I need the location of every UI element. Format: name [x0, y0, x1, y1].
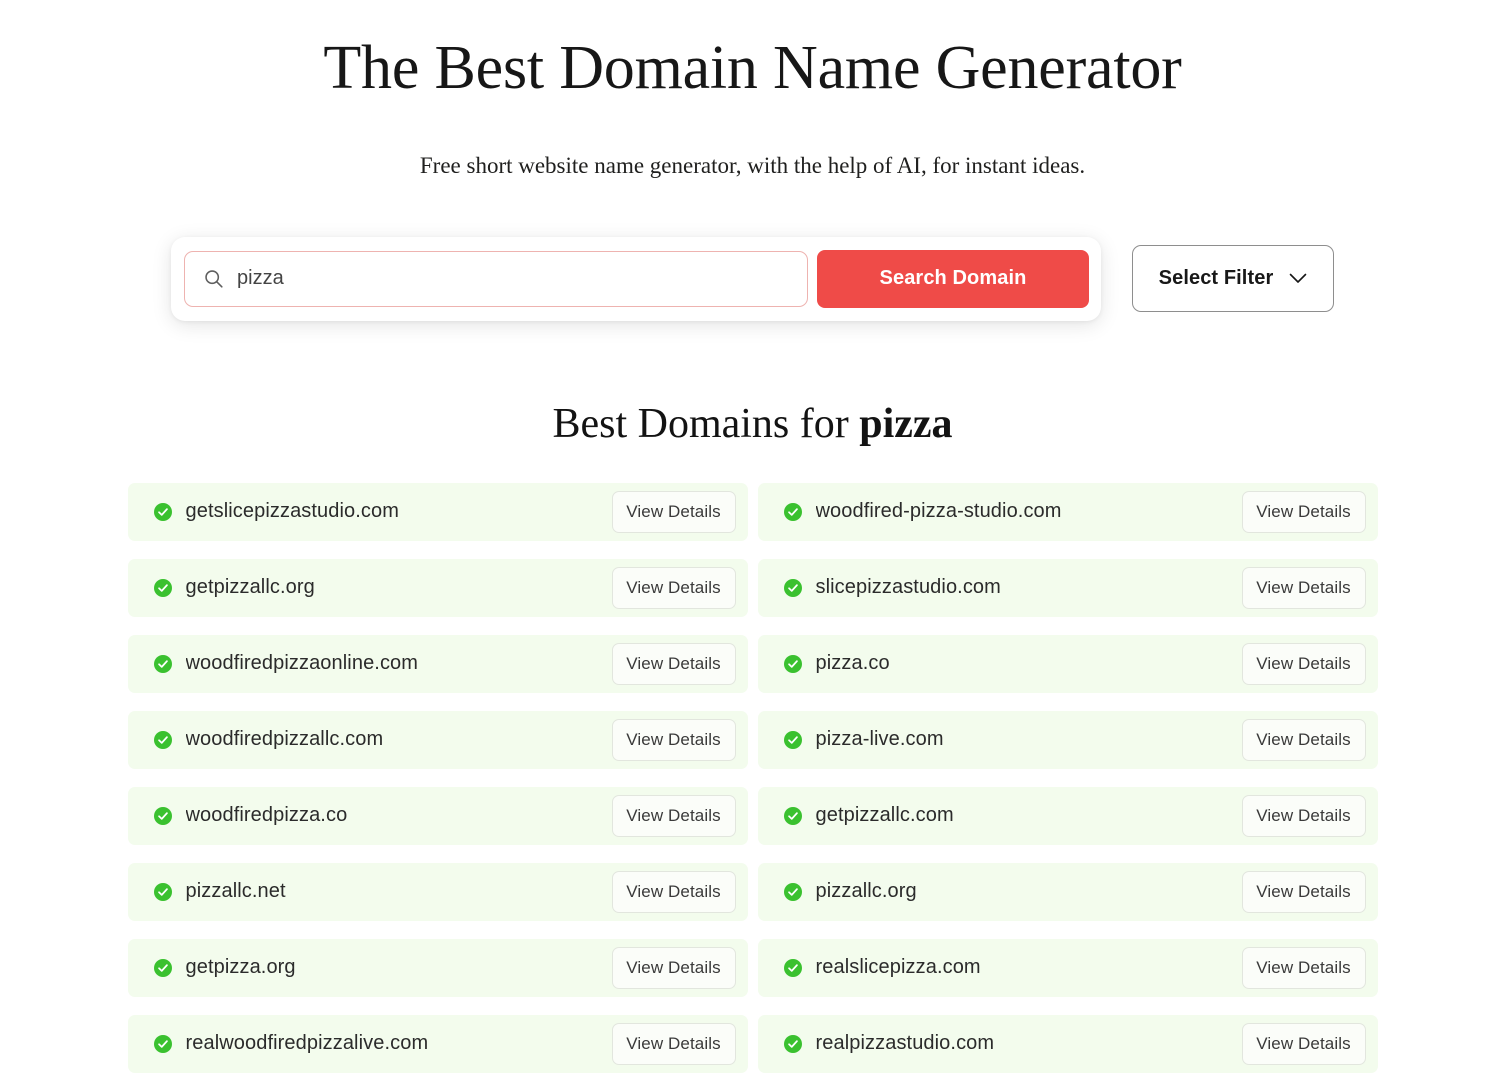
view-details-button[interactable]: View Details: [612, 871, 736, 913]
page-subtitle: Free short website name generator, with …: [0, 150, 1505, 182]
domain-row: pizzallc.net View Details: [128, 863, 748, 921]
domain-row: realwoodfiredpizzalive.com View Details: [128, 1015, 748, 1073]
view-details-button[interactable]: View Details: [1242, 1023, 1366, 1065]
domain-name: getpizza.org: [186, 956, 296, 979]
select-filter-label: Select Filter: [1159, 267, 1274, 290]
view-details-button[interactable]: View Details: [612, 567, 736, 609]
check-circle-icon: [784, 731, 802, 749]
view-details-button[interactable]: View Details: [1242, 947, 1366, 989]
select-filter-dropdown[interactable]: Select Filter: [1132, 245, 1334, 312]
domain-row: getpizza.org View Details: [128, 939, 748, 997]
domain-row: woodfiredpizzallc.com View Details: [128, 711, 748, 769]
check-circle-icon: [154, 655, 172, 673]
domain-row: realpizzastudio.com View Details: [758, 1015, 1378, 1073]
domain-name: getslicepizzastudio.com: [186, 500, 400, 523]
domain-name: woodfiredpizzaonline.com: [186, 652, 419, 675]
domain-row: woodfiredpizzaonline.com View Details: [128, 635, 748, 693]
domain-row: getslicepizzastudio.com View Details: [128, 483, 748, 541]
view-details-button[interactable]: View Details: [612, 947, 736, 989]
domain-name: slicepizzastudio.com: [816, 576, 1001, 599]
view-details-button[interactable]: View Details: [1242, 567, 1366, 609]
check-circle-icon: [784, 959, 802, 977]
domain-name: woodfiredpizza.co: [186, 804, 348, 827]
domain-row: woodfiredpizza.co View Details: [128, 787, 748, 845]
domain-row: getpizzallc.org View Details: [128, 559, 748, 617]
domain-name: getpizzallc.com: [816, 804, 954, 827]
search-input[interactable]: [237, 267, 789, 290]
view-details-button[interactable]: View Details: [612, 643, 736, 685]
view-details-button[interactable]: View Details: [1242, 871, 1366, 913]
search-field[interactable]: [184, 251, 808, 307]
domain-name: realwoodfiredpizzalive.com: [186, 1032, 429, 1055]
check-circle-icon: [784, 883, 802, 901]
view-details-button[interactable]: View Details: [1242, 795, 1366, 837]
domain-name: pizzallc.org: [816, 880, 917, 903]
results-heading: Best Domains for pizza: [0, 400, 1505, 448]
view-details-button[interactable]: View Details: [612, 719, 736, 761]
check-circle-icon: [154, 807, 172, 825]
chevron-down-icon: [1289, 273, 1307, 284]
domain-name: woodfired-pizza-studio.com: [816, 500, 1062, 523]
hero-section: The Best Domain Name Generator Free shor…: [0, 0, 1505, 183]
domain-name: pizza.co: [816, 652, 890, 675]
domain-name: pizzallc.net: [186, 880, 286, 903]
check-circle-icon: [784, 655, 802, 673]
page-root: The Best Domain Name Generator Free shor…: [0, 0, 1505, 1080]
domain-results-grid: getslicepizzastudio.comView Detailswoodf…: [128, 483, 1378, 1073]
domain-name: realslicepizza.com: [816, 956, 981, 979]
check-circle-icon: [154, 731, 172, 749]
search-section: Search Domain Select Filter: [0, 237, 1505, 321]
check-circle-icon: [154, 579, 172, 597]
check-circle-icon: [784, 1035, 802, 1053]
view-details-button[interactable]: View Details: [612, 1023, 736, 1065]
search-domain-button[interactable]: Search Domain: [817, 250, 1089, 308]
check-circle-icon: [784, 503, 802, 521]
check-circle-icon: [784, 579, 802, 597]
view-details-button[interactable]: View Details: [1242, 719, 1366, 761]
domain-row: getpizzallc.com View Details: [758, 787, 1378, 845]
domain-row: pizzallc.org View Details: [758, 863, 1378, 921]
search-icon: [203, 268, 224, 289]
check-circle-icon: [154, 503, 172, 521]
check-circle-icon: [154, 959, 172, 977]
domain-name: woodfiredpizzallc.com: [186, 728, 384, 751]
view-details-button[interactable]: View Details: [612, 795, 736, 837]
check-circle-icon: [154, 1035, 172, 1053]
domain-name: realpizzastudio.com: [816, 1032, 995, 1055]
check-circle-icon: [154, 883, 172, 901]
domain-name: getpizzallc.org: [186, 576, 315, 599]
domain-row: pizza-live.com View Details: [758, 711, 1378, 769]
view-details-button[interactable]: View Details: [1242, 491, 1366, 533]
results-heading-keyword: pizza: [859, 401, 952, 447]
results-heading-prefix: Best Domains for: [552, 401, 859, 447]
check-circle-icon: [784, 807, 802, 825]
page-title: The Best Domain Name Generator: [0, 34, 1505, 103]
domain-name: pizza-live.com: [816, 728, 944, 751]
domain-row: woodfired-pizza-studio.com View Details: [758, 483, 1378, 541]
search-shell: Search Domain: [171, 237, 1101, 321]
view-details-button[interactable]: View Details: [1242, 643, 1366, 685]
view-details-button[interactable]: View Details: [612, 491, 736, 533]
domain-row: realslicepizza.com View Details: [758, 939, 1378, 997]
domain-row: slicepizzastudio.com View Details: [758, 559, 1378, 617]
domain-row: pizza.co View Details: [758, 635, 1378, 693]
